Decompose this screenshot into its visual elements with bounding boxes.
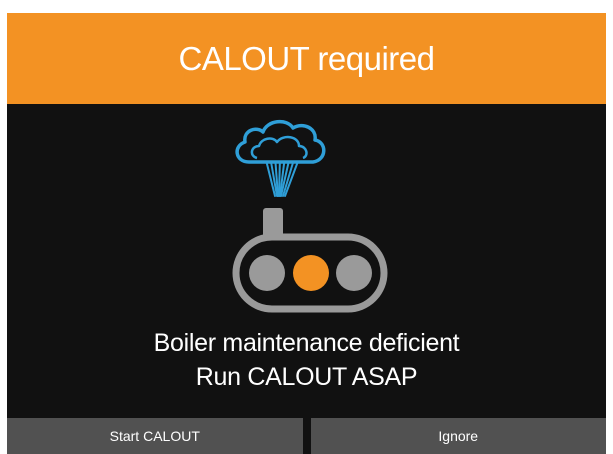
start-calout-button[interactable]: Start CALOUT [7, 418, 303, 454]
dialog-message: Boiler maintenance deficient Run CALOUT … [7, 326, 606, 394]
dialog-button-bar: Start CALOUT Ignore [7, 418, 606, 454]
cloud-icon [235, 119, 326, 164]
indicator-lamp-center [293, 255, 329, 291]
calout-dialog: CALOUT required Boiler maintenance defic… [7, 13, 606, 454]
calout-illustration [7, 104, 606, 324]
indicator-lamp-left [249, 255, 285, 291]
dialog-header: CALOUT required [7, 13, 606, 104]
dialog-title: CALOUT required [178, 39, 435, 77]
message-line-1: Boiler maintenance deficient [153, 329, 460, 357]
indicator-lamp-right [336, 255, 372, 291]
ignore-button[interactable]: Ignore [310, 418, 606, 454]
message-line-2: Run CALOUT ASAP [195, 363, 418, 391]
traffic-light-device-icon [232, 208, 388, 313]
